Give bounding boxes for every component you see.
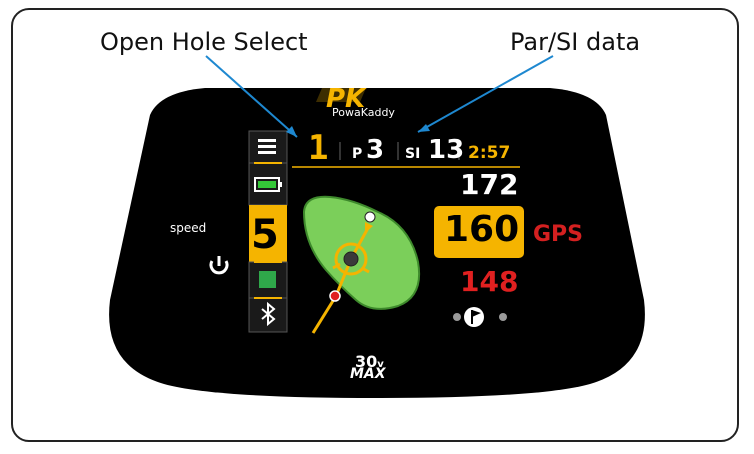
model-badge-bottom: MAX bbox=[350, 366, 386, 382]
player-marker bbox=[329, 290, 341, 302]
gps-mode-label: GPS bbox=[533, 222, 584, 247]
pin-marker bbox=[364, 211, 376, 223]
si-value: 13 bbox=[428, 135, 465, 165]
back-distance: 172 bbox=[460, 168, 519, 201]
par-label: P bbox=[352, 146, 363, 162]
device-screen bbox=[109, 55, 645, 398]
round-time: 2:57 bbox=[468, 143, 511, 163]
hole-number[interactable]: 1 bbox=[308, 128, 328, 168]
logo-brand: PowaKaddy bbox=[332, 106, 395, 119]
menu-icon[interactable] bbox=[258, 139, 276, 154]
middle-distance: 160 bbox=[444, 209, 520, 250]
speed-label: speed bbox=[170, 221, 207, 235]
front-distance: 148 bbox=[460, 265, 519, 298]
speed-value[interactable]: 5 bbox=[251, 212, 279, 258]
si-label: SI bbox=[405, 146, 421, 162]
stop-icon[interactable] bbox=[259, 271, 276, 288]
par-value: 3 bbox=[366, 135, 385, 165]
